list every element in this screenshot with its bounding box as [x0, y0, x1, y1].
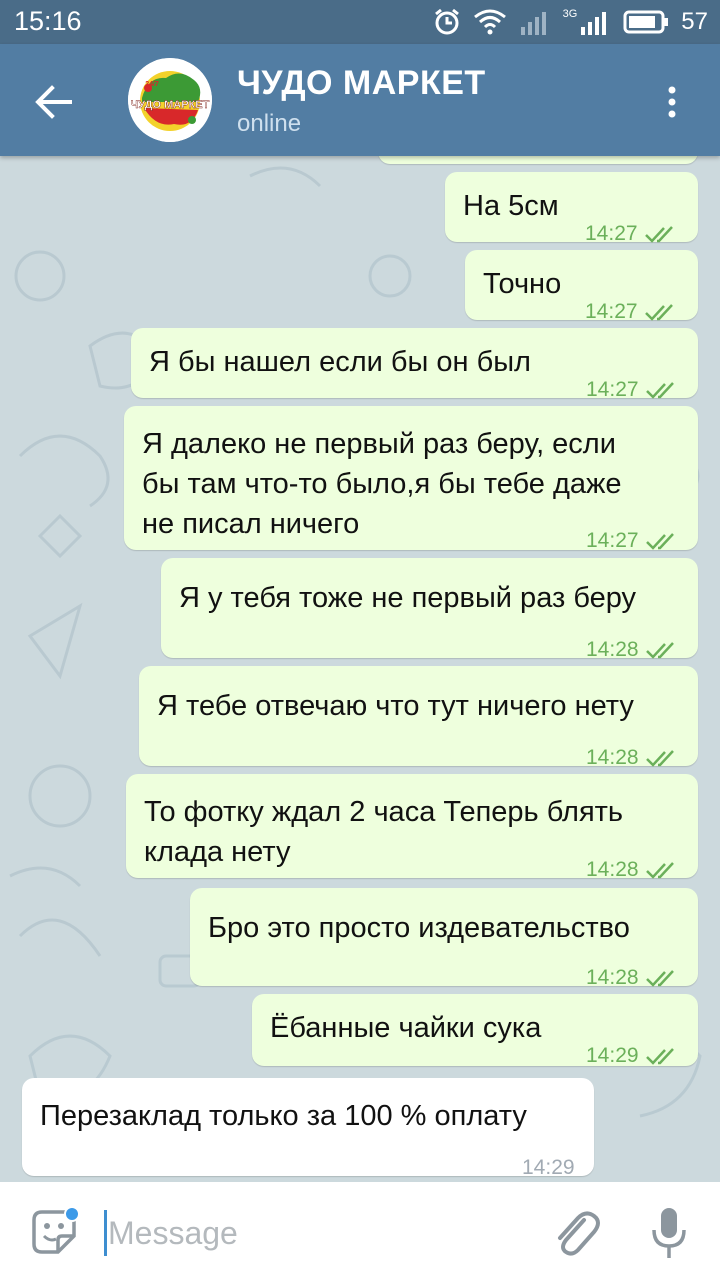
double-check-icon [645, 970, 674, 987]
message-bubble-partial [378, 156, 698, 164]
outgoing-message[interactable]: Я далеко не первый раз беру, если бы там … [124, 406, 698, 552]
incoming-message[interactable]: Перезаклад только за 100 % оплату 14:29 [22, 1078, 594, 1179]
double-check-icon [645, 533, 674, 550]
outgoing-message[interactable]: Точно 14:27 [465, 250, 698, 323]
message-line: бы там что-то было,я бы тебе даже [142, 468, 622, 500]
outgoing-message[interactable]: Я тебе отвечаю что тут ничего нету 14:28 [139, 666, 698, 769]
message-meta: 14:28 [586, 630, 679, 670]
message-text: То фотку ждал 2 часа Теперь блять клада н… [144, 792, 623, 872]
message-line: Бро это просто издевательство [208, 912, 630, 944]
double-check-icon [644, 226, 673, 243]
message-meta: 14:28 [586, 850, 679, 890]
message-meta: 14:28 [586, 738, 679, 778]
message-line: Я бы нашел если бы он был [149, 346, 531, 378]
signal-icon-sim1 [520, 12, 546, 35]
message-line: Перезаклад только за 100 % оплату [40, 1100, 527, 1132]
status-bar: 15:16 3G 57 [0, 0, 720, 44]
message-text: На 5см [463, 186, 559, 226]
message-meta: 14:27 [586, 521, 679, 561]
avatar-title-text: ЧУДО МАРКЕТ [131, 99, 210, 111]
message-meta: 14:27 [585, 214, 678, 254]
outgoing-message[interactable]: Бро это просто издевательство 14:28 [190, 888, 698, 989]
message-text: Я у тебя тоже не первый раз беру [179, 578, 636, 618]
message-time: 14:27 [585, 222, 638, 245]
message-time: 14:27 [586, 529, 639, 552]
sticker-icon[interactable] [28, 1206, 80, 1258]
message-meta: 14:27 [585, 292, 678, 332]
chat-avatar[interactable]: ЧУДО МАРКЕТ 24/7 [128, 58, 212, 142]
message-time: 14:28 [586, 966, 639, 989]
double-check-icon [644, 304, 673, 321]
message-text: Я бы нашел если бы он был [149, 342, 531, 382]
message-line: не писал ничего [142, 508, 360, 540]
signal-icon-sim2 [581, 12, 607, 35]
message-text: Точно [483, 264, 561, 304]
message-text: Я далеко не первый раз беру, если бы там … [142, 424, 622, 544]
message-line: Я тебе отвечаю что тут ничего нету [157, 690, 634, 722]
message-meta: 14:29 [522, 1148, 575, 1182]
message-line: Я далеко не первый раз беру, если [142, 428, 616, 460]
paperclip-icon[interactable] [550, 1206, 600, 1260]
network-type: 3G [562, 8, 578, 20]
message-input-bar [0, 1182, 720, 1280]
battery-level: 57 [681, 8, 708, 35]
message-text: Бро это просто издевательство [208, 908, 630, 948]
alarm-icon [434, 8, 459, 35]
message-line: клада нету [144, 836, 291, 868]
message-list[interactable]: На 5см 14:27 Точно 14:27 Я бы нашел если бы … [0, 156, 720, 1182]
microphone-icon[interactable] [650, 1206, 688, 1260]
message-text: Я тебе отвечаю что тут ничего нету [157, 686, 634, 726]
status-time: 15:16 [14, 6, 82, 36]
message-time: 14:28 [586, 858, 639, 881]
outgoing-message[interactable]: То фотку ждал 2 часа Теперь блять клада н… [126, 774, 698, 881]
message-text: Перезаклад только за 100 % оплату [40, 1096, 527, 1136]
message-time: 14:27 [586, 378, 639, 401]
outgoing-message[interactable]: Ёбанные чайки сука 14:29 [252, 994, 698, 1067]
message-text: Ёбанные чайки сука [270, 1008, 541, 1048]
double-check-icon [645, 862, 674, 879]
double-check-icon [645, 750, 674, 767]
message-meta: 14:27 [586, 370, 679, 410]
message-input[interactable] [106, 1208, 530, 1258]
avatar-badge-text: 24/7 [145, 81, 159, 88]
message-line: То фотку ждал 2 часа Теперь блять [144, 796, 624, 828]
outgoing-message[interactable]: На 5см 14:27 [445, 172, 698, 245]
message-meta: 14:28 [586, 958, 679, 998]
message-line: На 5см [463, 190, 559, 222]
outgoing-message[interactable]: Я бы нашел если бы он был 14:27 [131, 328, 698, 401]
wifi-icon [473, 9, 506, 35]
message-line: Точно [483, 268, 562, 300]
status-icons: 3G 57 [433, 6, 708, 38]
message-time: 14:29 [586, 1044, 639, 1067]
message-time: 14:28 [586, 638, 639, 661]
double-check-icon [645, 382, 674, 399]
message-time: 14:29 [522, 1156, 575, 1179]
chat-header: ЧУДО МАРКЕТ 24/7 ЧУДО МАРКЕТ online [0, 44, 720, 156]
avatar-logo: ЧУДО МАРКЕТ 24/7 [128, 58, 212, 142]
outgoing-message[interactable]: Я у тебя тоже не первый раз беру 14:28 [161, 558, 698, 661]
battery-icon [623, 10, 669, 34]
chat-status: online [237, 110, 302, 137]
message-line: Я у тебя тоже не первый раз беру [179, 582, 637, 614]
double-check-icon [645, 1048, 674, 1065]
back-arrow-icon[interactable] [32, 80, 76, 124]
message-time: 14:27 [585, 300, 638, 323]
chat-title[interactable]: ЧУДО МАРКЕТ [237, 64, 486, 103]
message-time: 14:28 [586, 746, 639, 769]
double-check-icon [645, 642, 674, 659]
message-line: Ёбанные чайки сука [270, 1012, 542, 1044]
message-meta: 14:29 [586, 1036, 679, 1076]
more-vert-icon[interactable] [660, 80, 684, 124]
